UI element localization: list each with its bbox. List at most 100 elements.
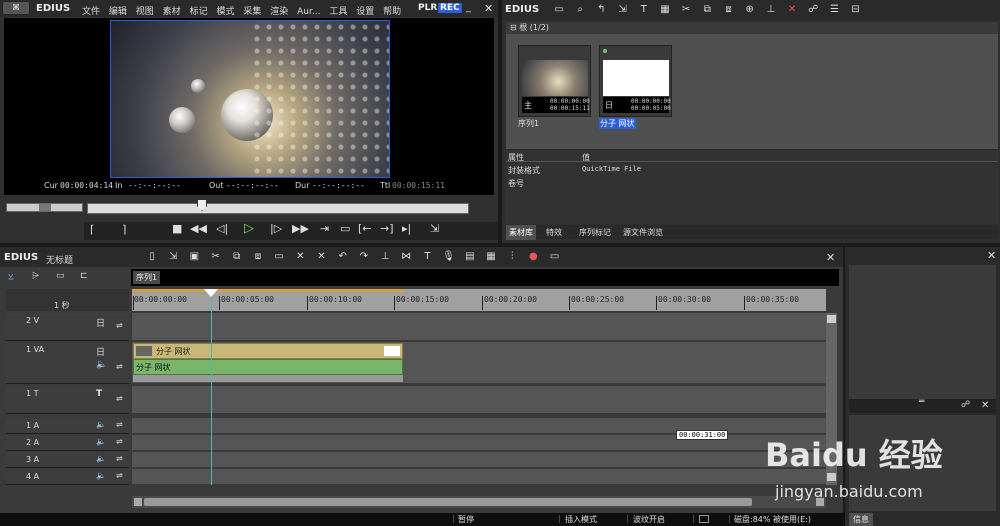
insert-icon[interactable]: [← <box>358 222 372 235</box>
tab-bin[interactable]: 素材库 <box>506 225 536 240</box>
menu-settings[interactable]: 设置 <box>356 7 374 17</box>
menu-tools[interactable]: 工具 <box>329 7 347 17</box>
loop-icon[interactable]: ⇥ <box>320 222 329 235</box>
tab-sequence-markers[interactable]: 序列标记 <box>576 225 614 240</box>
layout-icon[interactable]: ▭ <box>548 251 562 263</box>
status-ripple[interactable]: 波纹开启 <box>633 514 665 525</box>
track-sync-icon[interactable]: ⇌ <box>116 321 123 330</box>
fast-forward-icon[interactable]: ▶▶ <box>292 222 309 235</box>
render-icon[interactable]: ▤ <box>463 251 477 263</box>
info-tab[interactable]: 信息 <box>849 513 873 526</box>
scroll-left-icon[interactable] <box>134 498 142 506</box>
trim-icon[interactable]: ▸| <box>402 222 411 235</box>
redo-icon[interactable]: ↷ <box>357 251 371 263</box>
marker-icon[interactable]: ⊥ <box>378 251 392 263</box>
speaker-icon[interactable]: 🔈 <box>96 420 106 429</box>
title-icon[interactable]: T <box>420 251 434 263</box>
timeline-horizontal-scrollbar[interactable] <box>132 496 826 508</box>
view-mode-icon[interactable]: ☰ <box>827 4 841 16</box>
track-header-3a[interactable]: 3 A 🔈 ⇌ <box>6 452 129 468</box>
status-insert-mode[interactable]: 插入模式 <box>565 514 597 525</box>
track-tool-icon[interactable]: ⩣ <box>8 271 13 281</box>
speaker-icon[interactable]: 🔈 <box>96 360 107 370</box>
shuttle-handle[interactable] <box>39 204 51 211</box>
search-icon[interactable]: ⌕ <box>573 4 587 16</box>
track-header-2a[interactable]: 2 A 🔈 ⇌ <box>6 435 129 451</box>
scale-label[interactable]: 1 秒 <box>54 300 70 311</box>
menu-edit[interactable]: 编辑 <box>109 7 127 17</box>
track-sync-icon[interactable]: ⇌ <box>116 471 123 480</box>
save-project-icon[interactable]: ▣ <box>187 251 201 263</box>
minimize-icon[interactable]: _ <box>466 2 471 13</box>
menu-render[interactable]: 渲染 <box>270 7 288 17</box>
menu-view[interactable]: 视图 <box>136 7 154 17</box>
color-bar-icon[interactable]: ▦ <box>658 4 672 16</box>
menu-help[interactable]: 帮助 <box>383 7 401 17</box>
track-header-4a[interactable]: 4 A 🔈 ⇌ <box>6 469 129 485</box>
shuttle-bar[interactable] <box>6 203 83 212</box>
menu-capture[interactable]: 采集 <box>243 7 261 17</box>
close-icon[interactable]: ✕ <box>987 249 996 262</box>
track-header-1t[interactable]: 1 T T ⇌ <box>6 386 129 414</box>
audio-clip[interactable]: 分子 网状 <box>133 359 403 375</box>
menu-clip[interactable]: 素材 <box>163 7 181 17</box>
tab-effects[interactable]: 特效 <box>543 225 565 240</box>
menu-aur[interactable]: Aur... <box>297 7 320 17</box>
output-icon[interactable]: ▭ <box>340 222 350 235</box>
tab-source-browser[interactable]: 源文件浏览 <box>620 225 666 240</box>
speaker-icon[interactable]: 🔈 <box>96 437 106 446</box>
new-sequence-icon[interactable]: ▯ <box>145 251 159 263</box>
copy-icon[interactable]: ⧉ <box>230 251 244 263</box>
track-lane-2v[interactable] <box>132 313 826 341</box>
scroll-thumb[interactable] <box>144 498 752 506</box>
clip-name-selected[interactable]: 分子 网状 <box>599 118 636 129</box>
delete-icon[interactable]: ✕ <box>293 251 307 263</box>
undo-icon[interactable]: ↶ <box>336 251 350 263</box>
track-tool-icon[interactable]: ⩥ <box>32 271 39 281</box>
ripple-delete-icon[interactable]: ✕ <box>315 251 329 263</box>
microphone-icon[interactable]: 🎙 <box>442 251 456 263</box>
position-slider[interactable] <box>87 199 469 214</box>
clip-thumbnail-sequence[interactable]: 主 00:00:00:00 00:00:15:11 <box>518 45 591 117</box>
tab-sequence[interactable]: 序列1 <box>133 271 161 284</box>
replace-icon[interactable]: ▭ <box>272 251 286 263</box>
video-clip[interactable]: 分子 网状 <box>133 343 403 359</box>
play-icon[interactable]: ▷ <box>244 221 254 236</box>
cut-icon[interactable]: ✂ <box>679 4 693 16</box>
rewind-icon[interactable]: ◀◀ <box>190 222 207 235</box>
folder-collapse-icon[interactable]: ⊟ <box>510 23 517 32</box>
track-tool-icon[interactable]: ▭ <box>56 271 65 281</box>
track-lane-4a[interactable] <box>132 469 826 485</box>
pin-icon[interactable]: ☍ <box>961 400 970 410</box>
track-lane-1t[interactable] <box>132 386 826 414</box>
add-marker-icon[interactable]: ⊥ <box>764 4 778 16</box>
step-back-icon[interactable]: ◁| <box>216 222 228 235</box>
speaker-icon[interactable]: 🔈 <box>96 471 106 480</box>
close-icon[interactable]: ✕ <box>484 2 493 15</box>
link-icon[interactable]: ⋈ <box>399 251 413 263</box>
set-out-icon[interactable]: ⌉ <box>122 223 126 236</box>
mode-rec-button[interactable]: REC <box>438 3 462 13</box>
mode-plr-button[interactable]: PLR <box>418 3 437 13</box>
paste-icon[interactable]: ⧈ <box>251 251 265 263</box>
close-icon[interactable]: ✕ <box>981 400 989 411</box>
cut-icon[interactable]: ✂ <box>209 251 223 263</box>
track-sync-icon[interactable]: ⇌ <box>116 420 123 429</box>
step-forward-icon[interactable]: |▷ <box>270 222 282 235</box>
track-sync-icon[interactable]: ⇌ <box>116 454 123 463</box>
overwrite-icon[interactable]: →] <box>380 222 394 235</box>
set-in-icon[interactable]: ⌈ <box>90 223 94 236</box>
scroll-up-icon[interactable] <box>827 315 836 323</box>
up-folder-icon[interactable]: ↰ <box>594 4 608 16</box>
position-slider-handle[interactable] <box>197 199 207 211</box>
properties-icon[interactable]: ☍ <box>806 4 820 16</box>
menu-mode[interactable]: 模式 <box>216 7 234 17</box>
track-sync-icon[interactable]: ⇌ <box>116 394 123 403</box>
close-icon[interactable]: ✕ <box>826 251 835 264</box>
split-handle-icon[interactable]: ═ <box>919 397 924 407</box>
clip-name[interactable]: 序列1 <box>518 118 539 129</box>
clip-thumbnail-mesh[interactable]: 日 00:00:00:00 00:00:05:00 <box>599 45 672 117</box>
folder-path[interactable]: ⊟ 根 (1/2) <box>506 22 998 34</box>
add-timeline-icon[interactable]: ⊕ <box>743 4 757 16</box>
menu-file[interactable]: 文件 <box>82 7 100 17</box>
